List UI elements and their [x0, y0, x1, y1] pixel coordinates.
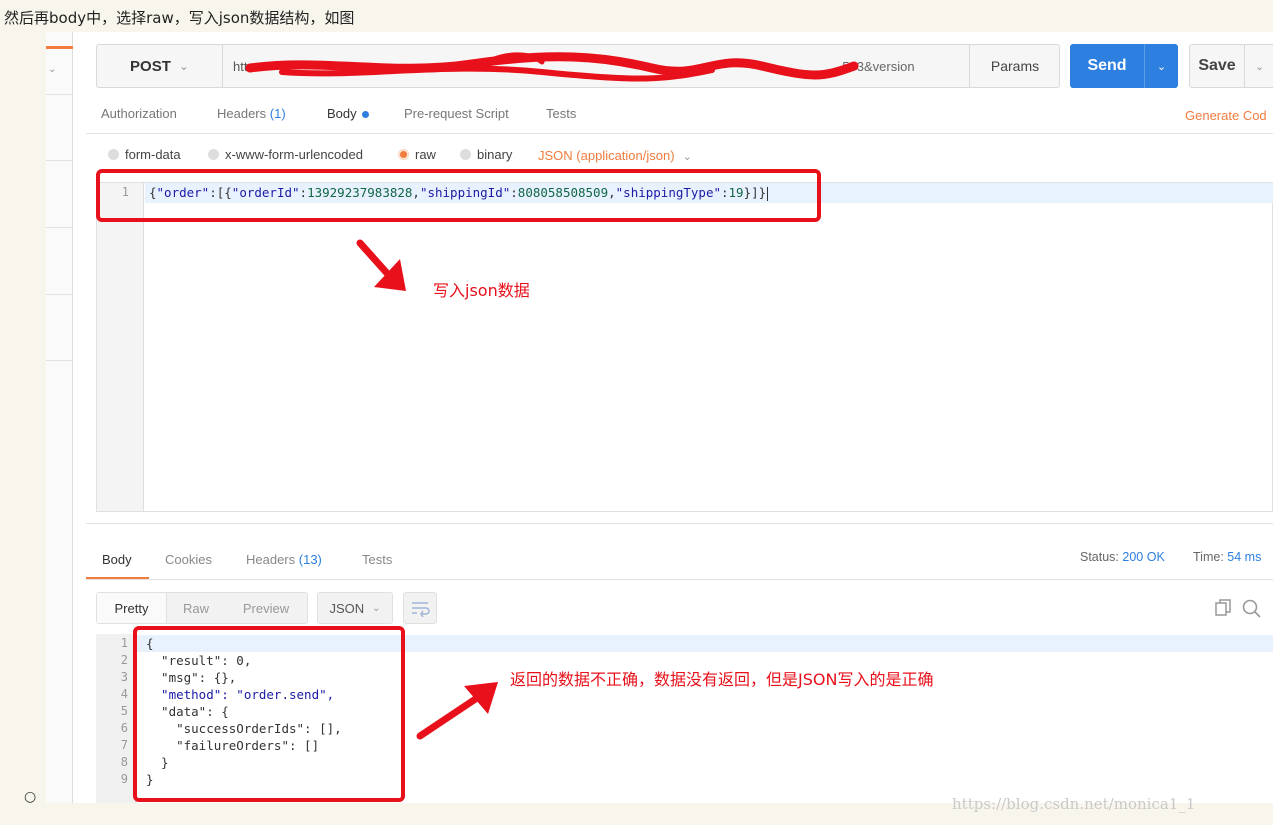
divider — [86, 579, 1273, 580]
list-bullet: ○ — [24, 789, 37, 805]
response-time: Time: 54 ms — [1193, 550, 1261, 564]
time-value: 54 ms — [1227, 550, 1262, 564]
radio-label: raw — [415, 147, 436, 162]
params-button[interactable]: Params — [969, 45, 1060, 87]
divider — [86, 133, 1273, 134]
status-value: 200 OK — [1122, 550, 1165, 564]
preview-button[interactable]: Preview — [225, 593, 307, 623]
tab-headers[interactable]: Headers (1) — [217, 106, 286, 121]
divider — [46, 227, 73, 228]
raw-button[interactable]: Raw — [167, 593, 225, 623]
radio-label: form-data — [125, 147, 181, 162]
line-number: 4 — [120, 687, 128, 701]
pretty-button[interactable]: Pretty — [97, 593, 167, 623]
line-number: 3 — [120, 670, 128, 684]
tab-response-headers[interactable]: Headers (13) — [246, 552, 322, 567]
content-type-select[interactable]: JSON (application/json) ⌄ — [538, 148, 692, 163]
headers-count: (1) — [269, 106, 286, 121]
tab-tests[interactable]: Tests — [546, 106, 576, 121]
tab-prerequest-script[interactable]: Pre-request Script — [404, 106, 509, 121]
arrow-up-right-icon — [416, 682, 498, 740]
chevron-down-icon: ⌄ — [682, 151, 692, 163]
tab-label: Headers — [246, 552, 296, 567]
radio-icon — [108, 149, 119, 160]
request-body-editor[interactable]: 1 {"order":[{"orderId":13929237983828,"s… — [96, 182, 1273, 512]
divider — [46, 294, 73, 295]
format-label: JSON — [329, 600, 365, 616]
radio-urlencoded[interactable]: x-www-form-urlencoded — [208, 147, 363, 162]
tab-body[interactable]: Body — [327, 106, 369, 121]
watermark-text: https://blog.csdn.net/monica1_1 — [952, 795, 1196, 813]
annotation-note-1: 写入json数据 — [433, 281, 530, 300]
chevron-down-icon[interactable]: ⌄ — [1144, 44, 1178, 88]
left-sidebar: ⌄ — [46, 32, 73, 803]
line-number: 6 — [120, 721, 128, 735]
arrow-down-right-icon — [356, 239, 406, 291]
radio-form-data[interactable]: form-data — [108, 147, 181, 162]
line-number: 2 — [120, 653, 128, 667]
tab-response-body[interactable]: Body — [102, 552, 132, 567]
tab-response-tests[interactable]: Tests — [362, 552, 392, 567]
radio-label: binary — [477, 147, 513, 162]
send-label: Send — [1087, 57, 1127, 74]
line-number: 9 — [120, 772, 128, 786]
headers-count: (13) — [298, 552, 322, 567]
line-gutter: 1 — [97, 183, 144, 511]
radio-raw[interactable]: raw — [398, 147, 436, 162]
chevron-down-icon: ⌄ — [372, 602, 381, 614]
radio-icon — [208, 149, 219, 160]
caption-text: 然后再body中，选择raw，写入json数据结构，如图 — [4, 9, 355, 27]
line-gutter: 1 2 3 4 5 6 7 8 9 — [96, 634, 136, 803]
chevron-down-icon: ⌄ — [178, 59, 189, 73]
search-icon[interactable] — [1241, 597, 1263, 619]
tab-authorization[interactable]: Authorization — [101, 106, 177, 121]
divider — [46, 360, 73, 361]
copy-icon[interactable] — [1213, 597, 1235, 619]
annotation-box-request — [96, 169, 821, 222]
radio-binary[interactable]: binary — [460, 147, 512, 162]
method-select[interactable]: POST ⌄ — [97, 45, 223, 87]
wrap-lines-button[interactable] — [403, 592, 437, 624]
radio-icon — [460, 149, 471, 160]
radio-label: x-www-form-urlencoded — [225, 147, 363, 162]
divider — [46, 94, 73, 95]
time-label: Time: — [1193, 550, 1224, 564]
annotation-note-2: 返回的数据不正确，数据没有返回，但是JSON写入的是正确 — [510, 670, 934, 689]
radio-selected-icon — [398, 149, 409, 160]
chevron-down-icon[interactable]: ⌄ — [1244, 45, 1273, 87]
format-select[interactable]: JSON ⌄ — [317, 592, 393, 624]
tab-headers-label: Headers — [217, 106, 267, 121]
save-label: Save — [1198, 57, 1236, 74]
response-status: Status: 200 OK — [1080, 550, 1165, 564]
line-number: 5 — [120, 704, 128, 718]
line-number: 8 — [120, 755, 128, 769]
save-button[interactable]: Save ⌄ — [1189, 44, 1273, 88]
tab-body-label: Body — [327, 106, 357, 121]
view-mode-group: Pretty Raw Preview — [96, 592, 308, 624]
line-number: 7 — [120, 738, 128, 752]
divider — [46, 160, 73, 161]
status-label: Status: — [1080, 550, 1119, 564]
generate-code-link[interactable]: Generate Cod — [1185, 108, 1267, 123]
line-number: 1 — [120, 636, 128, 650]
body-active-dot — [361, 111, 369, 119]
method-label: POST — [130, 57, 171, 75]
chevron-down-icon[interactable]: ⌄ — [48, 64, 56, 75]
annotation-box-response — [133, 626, 405, 802]
sidebar-accent — [46, 46, 73, 49]
redaction-scribble — [245, 52, 859, 82]
send-button[interactable]: Send ⌄ — [1070, 44, 1178, 88]
tab-cookies[interactable]: Cookies — [165, 552, 212, 567]
wrap-icon — [412, 602, 430, 618]
divider — [86, 523, 1273, 524]
content-type-label: JSON (application/json) — [538, 148, 675, 163]
